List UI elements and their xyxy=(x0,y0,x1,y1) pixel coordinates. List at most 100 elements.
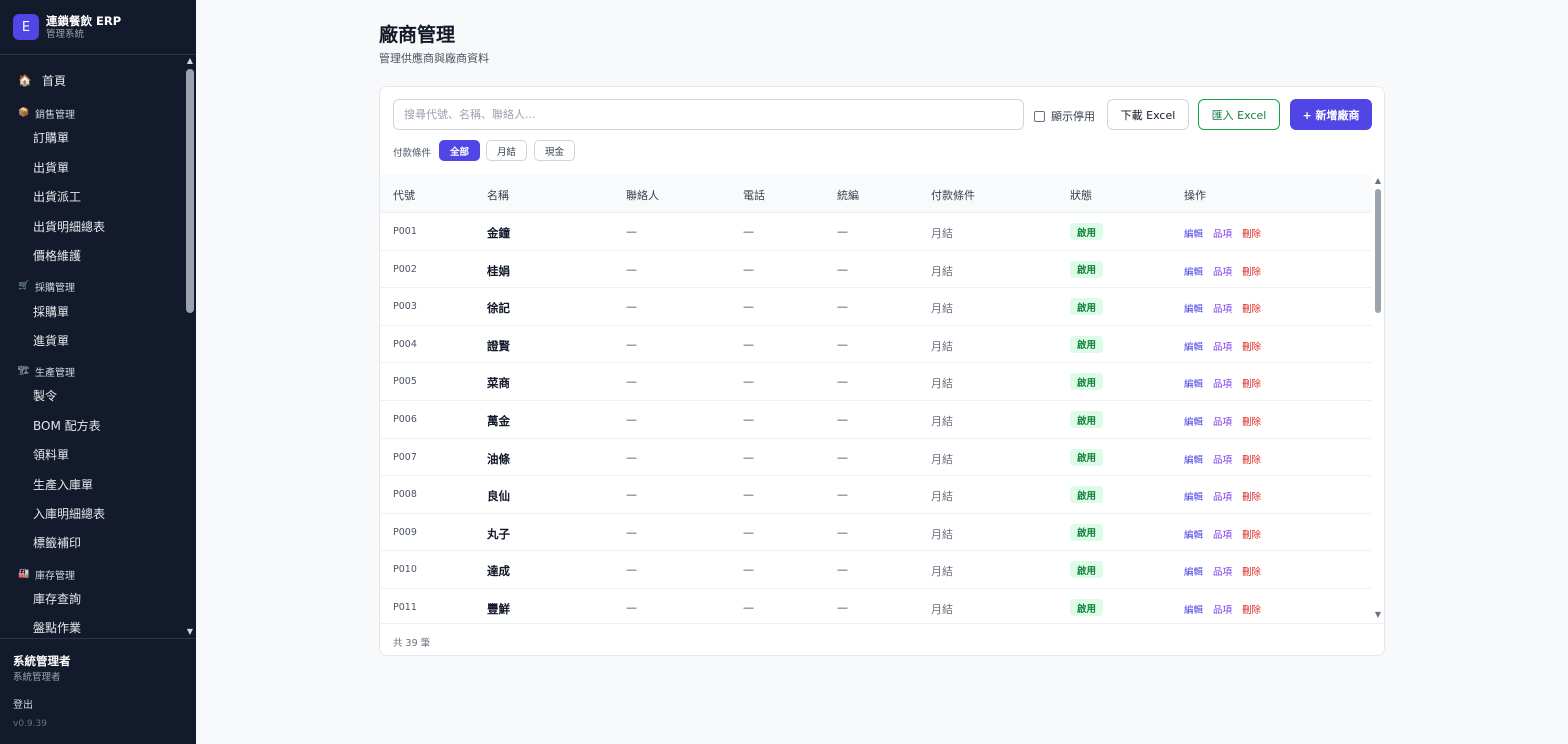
table-row[interactable]: P006 萬金 — — — 月結 啟用 編輯 品項 刪除 xyxy=(380,401,1372,439)
cell-code: P009 xyxy=(393,526,417,538)
column-header-tax-id[interactable]: 統編 xyxy=(837,187,859,203)
table-row[interactable]: P002 桂娟 — — — 月結 啟用 編輯 品項 刪除 xyxy=(380,251,1372,289)
filter-chip-all[interactable]: 全部 xyxy=(439,140,480,161)
cell-payment: 月結 xyxy=(931,527,953,541)
table-row[interactable]: P008 良仙 — — — 月結 啟用 編輯 品項 刪除 xyxy=(380,476,1372,514)
cell-contact: — xyxy=(626,375,637,389)
cell-tax-id: — xyxy=(837,563,848,577)
table-row[interactable]: P005 菜商 — — — 月結 啟用 編輯 品項 刪除 xyxy=(380,363,1372,401)
sidebar-item-material-issue[interactable]: 領料單 xyxy=(0,441,182,467)
column-header-phone[interactable]: 電話 xyxy=(743,187,765,203)
brand[interactable]: E 連鎖餐飲 ERP 管理系統 xyxy=(0,0,196,55)
items-link[interactable]: 品項 xyxy=(1213,226,1232,240)
delete-link[interactable]: 刪除 xyxy=(1242,339,1261,353)
sidebar-item-receipt-summary[interactable]: 入庫明細總表 xyxy=(0,500,182,526)
table-row[interactable]: P007 油條 — — — 月結 啟用 編輯 品項 刪除 xyxy=(380,439,1372,477)
delete-link[interactable]: 刪除 xyxy=(1242,226,1261,240)
column-header-contact[interactable]: 聯絡人 xyxy=(626,187,659,203)
items-link[interactable]: 品項 xyxy=(1213,301,1232,315)
items-link[interactable]: 品項 xyxy=(1213,264,1232,278)
sidebar-item-procurement-order[interactable]: 採購單 xyxy=(0,298,182,324)
edit-link[interactable]: 編輯 xyxy=(1184,564,1203,578)
scroll-up-icon[interactable]: ▲ xyxy=(186,57,194,65)
items-link[interactable]: 品項 xyxy=(1213,564,1232,578)
sidebar-item-inventory-query[interactable]: 庫存查詢 xyxy=(0,585,182,611)
column-header-code[interactable]: 代號 xyxy=(393,187,415,203)
sidebar-item-work-order[interactable]: 製令 xyxy=(0,382,182,408)
search-input[interactable] xyxy=(393,99,1024,130)
table-row[interactable]: P009 丸子 — — — 月結 啟用 編輯 品項 刪除 xyxy=(380,514,1372,552)
items-link[interactable]: 品項 xyxy=(1213,452,1232,466)
edit-link[interactable]: 編輯 xyxy=(1184,226,1203,240)
cell-phone: — xyxy=(743,525,754,539)
items-link[interactable]: 品項 xyxy=(1213,602,1232,616)
delete-link[interactable]: 刪除 xyxy=(1242,376,1261,390)
table-row[interactable]: P010 達成 — — — 月結 啟用 編輯 品項 刪除 xyxy=(380,551,1372,589)
edit-link[interactable]: 編輯 xyxy=(1184,602,1203,616)
items-link[interactable]: 品項 xyxy=(1213,376,1232,390)
sidebar-item-pricing[interactable]: 價格維護 xyxy=(0,242,182,268)
scroll-up-icon[interactable]: ▲ xyxy=(1374,177,1382,185)
table-row[interactable]: P001 金鐘 — — — 月結 啟用 編輯 品項 刪除 xyxy=(380,213,1372,251)
sidebar-group-procurement[interactable]: 🛒 採購管理 xyxy=(0,273,182,299)
sidebar-item-shipment-summary[interactable]: 出貨明細總表 xyxy=(0,213,182,239)
sidebar-item-shipment[interactable]: 出貨單 xyxy=(0,154,182,180)
edit-link[interactable]: 編輯 xyxy=(1184,452,1203,466)
sidebar-scrollbar[interactable]: ▲ ▼ xyxy=(184,55,196,638)
show-disabled-toggle[interactable]: 顯示停用 xyxy=(1034,108,1095,124)
cell-code: P011 xyxy=(393,602,417,613)
items-link[interactable]: 品項 xyxy=(1213,489,1232,503)
edit-link[interactable]: 編輯 xyxy=(1184,376,1203,390)
edit-link[interactable]: 編輯 xyxy=(1184,414,1203,428)
status-badge: 啟用 xyxy=(1070,599,1103,616)
edit-link[interactable]: 編輯 xyxy=(1184,489,1203,503)
sidebar-group-sales[interactable]: 📦 銷售管理 xyxy=(0,100,182,126)
edit-link[interactable]: 編輯 xyxy=(1184,264,1203,278)
sidebar-item-dispatch[interactable]: 出貨派工 xyxy=(0,183,182,209)
download-excel-button[interactable]: 下載 Excel xyxy=(1107,99,1189,130)
scrollbar-thumb[interactable] xyxy=(1375,189,1381,313)
edit-link[interactable]: 編輯 xyxy=(1184,301,1203,315)
filter-chip-cash[interactable]: 現金 xyxy=(534,140,575,161)
sidebar-item-label-reprint[interactable]: 標籤補印 xyxy=(0,529,182,555)
import-excel-button[interactable]: 匯入 Excel xyxy=(1198,99,1280,130)
delete-link[interactable]: 刪除 xyxy=(1242,301,1261,315)
items-link[interactable]: 品項 xyxy=(1213,339,1232,353)
show-disabled-checkbox[interactable] xyxy=(1034,110,1045,122)
column-header-name[interactable]: 名稱 xyxy=(487,187,509,203)
delete-link[interactable]: 刪除 xyxy=(1242,414,1261,428)
table-row[interactable]: P003 徐記 — — — 月結 啟用 編輯 品項 刪除 xyxy=(380,288,1372,326)
sidebar-item-receiving[interactable]: 進貨單 xyxy=(0,327,182,353)
sidebar-group-production[interactable]: 🏗 生產管理 xyxy=(0,358,182,384)
cell-name: 萬金 xyxy=(487,414,510,428)
sidebar-item-bom[interactable]: BOM 配方表 xyxy=(0,412,182,438)
items-link[interactable]: 品項 xyxy=(1213,414,1232,428)
edit-link[interactable]: 編輯 xyxy=(1184,527,1203,541)
filter-chip-monthly[interactable]: 月結 xyxy=(486,140,527,161)
sidebar-item-home[interactable]: 🏠 首頁 xyxy=(0,67,182,93)
table-footer: 共 39 筆 xyxy=(380,623,1384,655)
scroll-down-icon[interactable]: ▼ xyxy=(1374,611,1382,619)
sidebar-item-stocktake[interactable]: 盤點作業 xyxy=(0,614,182,638)
cell-tax-id: — xyxy=(837,300,848,314)
scrollbar-thumb[interactable] xyxy=(186,69,194,313)
delete-link[interactable]: 刪除 xyxy=(1242,264,1261,278)
sidebar-item-production-receipt[interactable]: 生產入庫單 xyxy=(0,471,182,497)
scroll-down-icon[interactable]: ▼ xyxy=(186,628,194,636)
table-row[interactable]: P004 證賢 — — — 月結 啟用 編輯 品項 刪除 xyxy=(380,326,1372,364)
column-header-payment[interactable]: 付款條件 xyxy=(931,187,975,203)
delete-link[interactable]: 刪除 xyxy=(1242,527,1261,541)
delete-link[interactable]: 刪除 xyxy=(1242,564,1261,578)
table-row[interactable]: P011 豐鮮 — — — 月結 啟用 編輯 品項 刪除 xyxy=(380,589,1372,623)
delete-link[interactable]: 刪除 xyxy=(1242,452,1261,466)
delete-link[interactable]: 刪除 xyxy=(1242,602,1261,616)
edit-link[interactable]: 編輯 xyxy=(1184,339,1203,353)
table-scrollbar[interactable]: ▲ ▼ xyxy=(1372,175,1384,623)
delete-link[interactable]: 刪除 xyxy=(1242,489,1261,503)
items-link[interactable]: 品項 xyxy=(1213,527,1232,541)
sidebar-item-purchase-order[interactable]: 訂購單 xyxy=(0,124,182,150)
add-vendor-button[interactable]: + 新增廠商 xyxy=(1290,99,1372,130)
sidebar-group-inventory[interactable]: 🏭 庫存管理 xyxy=(0,561,182,587)
column-header-status[interactable]: 狀態 xyxy=(1070,187,1092,203)
logout-link[interactable]: 登出 xyxy=(13,696,33,711)
